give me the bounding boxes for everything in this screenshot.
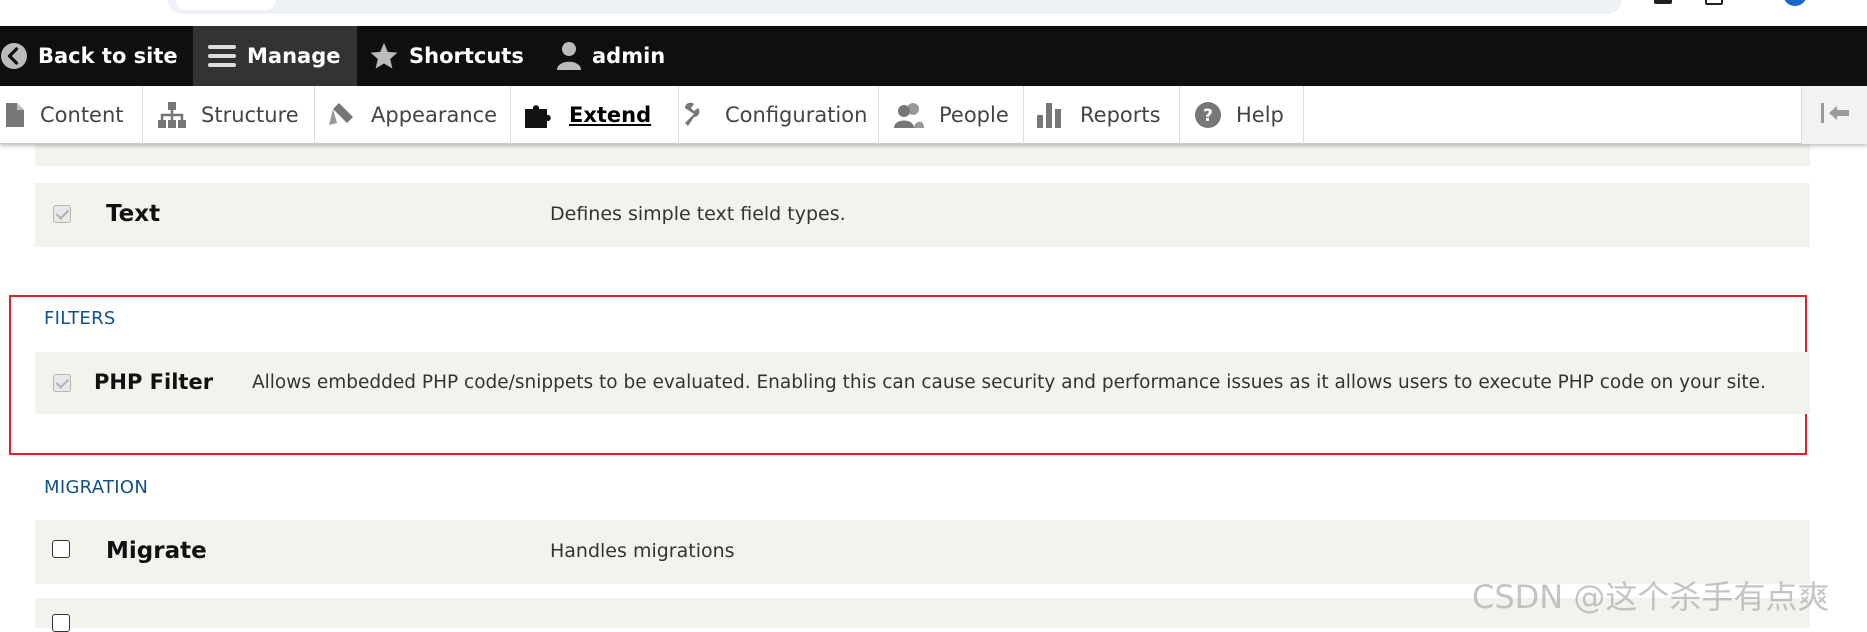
hamburger-icon — [207, 42, 237, 70]
text-checkbox[interactable] — [53, 205, 71, 223]
svg-text:?: ? — [1203, 106, 1213, 126]
sitemap-icon — [157, 101, 187, 129]
module-name-php-filter: PHP Filter — [94, 370, 214, 394]
admin-toolbar: Back to site Manage Shortcuts admin — [0, 26, 1867, 86]
tray-label-content: Content — [40, 103, 124, 127]
puzzle-icon — [523, 101, 555, 129]
shortcuts-tab[interactable]: Shortcuts — [369, 26, 540, 86]
module-row-text: Text Defines simple text field types. — [35, 183, 1810, 247]
modules-list: Text Defines simple text field types. FI… — [0, 124, 1867, 632]
tray-item-extend[interactable]: Extend — [511, 86, 679, 144]
bar-chart-icon — [1036, 101, 1066, 129]
module-name-migrate: Migrate — [106, 538, 207, 564]
user-icon — [556, 41, 582, 71]
next-module-checkbox[interactable] — [52, 614, 70, 632]
user-tab[interactable]: admin — [556, 26, 681, 86]
module-name-text: Text — [106, 201, 161, 227]
browser-chrome — [0, 0, 1867, 26]
address-bar[interactable] — [168, 0, 1622, 14]
php-filter-checkbox[interactable] — [53, 374, 71, 392]
module-row-php-filter: PHP Filter Allows embedded PHP code/snip… — [35, 352, 1810, 414]
module-desc-text: Defines simple text field types. — [550, 203, 846, 225]
collapse-arrow-icon — [1819, 101, 1851, 129]
tray-label-structure: Structure — [201, 103, 299, 127]
menu-icon[interactable] — [1838, 0, 1860, 6]
manage-tab[interactable]: Manage — [193, 26, 357, 86]
migrate-checkbox[interactable] — [52, 540, 70, 558]
tab-icon[interactable] — [1704, 0, 1726, 6]
back-arrow-icon — [0, 42, 28, 70]
watermark-text: CSDN @这个杀手有点爽 — [1472, 578, 1830, 616]
profile-icon[interactable] — [1784, 0, 1806, 6]
manage-label: Manage — [247, 44, 341, 68]
admin-tray: Content Structure Appearance Extend Conf… — [0, 86, 1867, 144]
back-to-site-link[interactable]: Back to site — [0, 26, 194, 86]
extension-icon[interactable] — [1652, 0, 1674, 6]
tray-item-help[interactable]: ? Help — [1180, 86, 1304, 144]
wrench-icon — [681, 100, 711, 130]
tray-label-configuration: Configuration — [725, 103, 868, 127]
tray-item-content[interactable]: Content — [0, 86, 143, 144]
tray-label-help: Help — [1236, 103, 1284, 127]
tray-item-appearance[interactable]: Appearance — [315, 86, 511, 144]
tray-item-configuration[interactable]: Configuration — [679, 86, 879, 144]
back-to-site-label: Back to site — [38, 44, 178, 68]
tray-label-people: People — [939, 103, 1009, 127]
tray-label-appearance: Appearance — [371, 103, 498, 127]
help-icon: ? — [1194, 101, 1222, 129]
paintbrush-icon — [327, 101, 357, 129]
tray-item-people[interactable]: People — [879, 86, 1024, 144]
section-title-migration: MIGRATION — [44, 477, 149, 498]
user-label: admin — [592, 44, 666, 68]
file-icon — [4, 102, 26, 128]
shortcuts-label: Shortcuts — [409, 44, 524, 68]
tray-collapse-button[interactable] — [1801, 86, 1867, 144]
module-desc-migrate: Handles migrations — [550, 540, 735, 562]
site-info-chip[interactable] — [176, 0, 276, 10]
star-icon — [369, 41, 399, 71]
people-icon — [893, 101, 925, 129]
tray-label-extend: Extend — [569, 103, 652, 127]
section-title-filters: FILTERS — [44, 308, 116, 329]
module-desc-php-filter: Allows embedded PHP code/snippets to be … — [252, 372, 1766, 393]
tray-item-structure[interactable]: Structure — [143, 86, 315, 144]
tray-item-reports[interactable]: Reports — [1024, 86, 1180, 144]
tray-label-reports: Reports — [1080, 103, 1161, 127]
